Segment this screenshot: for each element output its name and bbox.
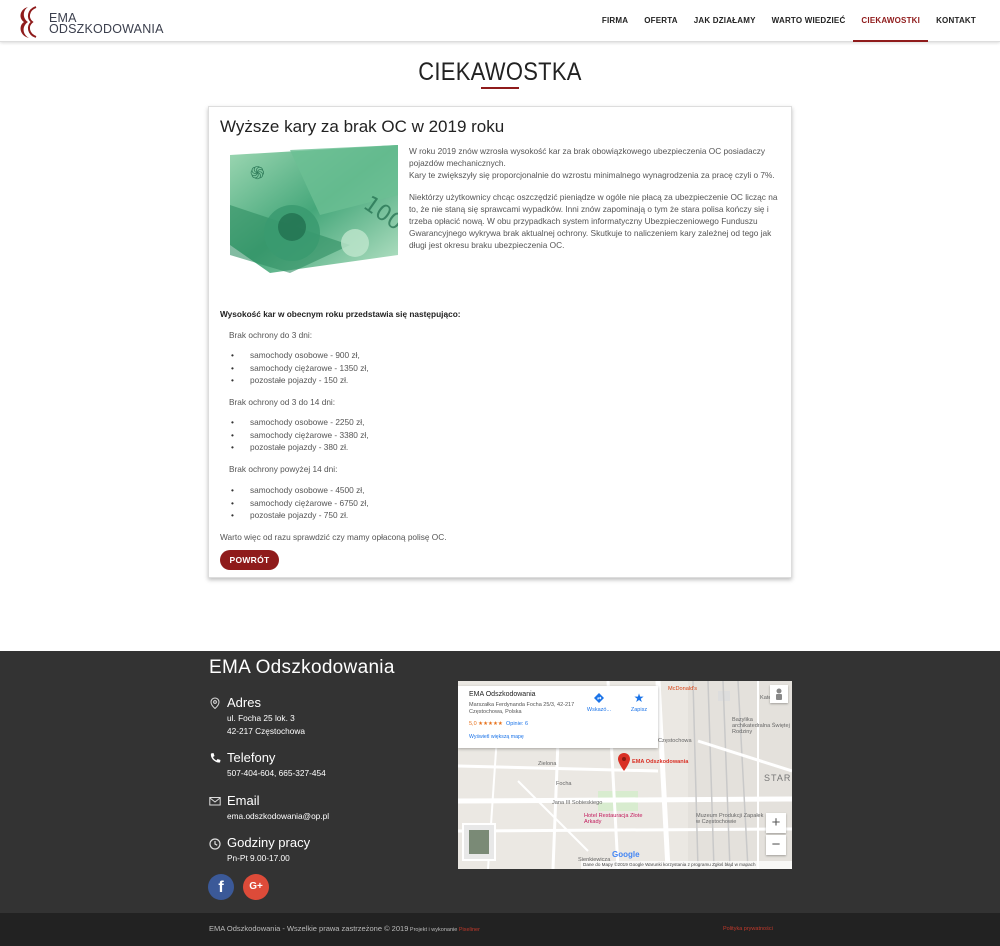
list-item: pozostałe pojazdy - 150 zł.: [231, 374, 369, 387]
title-underline: [481, 87, 519, 89]
address-heading: Adres: [227, 695, 261, 710]
pegman-icon[interactable]: [770, 685, 788, 703]
logo[interactable]: EMA ODSZKODOWANIA: [16, 4, 163, 40]
penalties-heading: Wysokość kar w obecnym roku przedstawia …: [220, 309, 461, 319]
email-heading: Email: [227, 793, 260, 808]
period-label-1: Brak ochrony do 3 dni:: [229, 330, 313, 340]
logo-mark-icon: [20, 6, 37, 38]
footer: EMA Odszkodowania Adres ul. Focha 25 lok…: [0, 651, 1000, 913]
directions-icon: [594, 693, 604, 703]
phones-heading: Telefony: [227, 750, 276, 765]
address-line-2: 42-217 Częstochowa: [227, 726, 305, 736]
banknotes-image: ֍ 100: [230, 145, 398, 273]
main-menu: FIRMA OFERTA JAK DZIAŁAMY WARTO WIEDZIEĆ…: [594, 0, 984, 42]
pegman-figure: [776, 688, 782, 700]
zoom-out-button[interactable]: −: [766, 835, 786, 855]
address-line-1: ul. Focha 25 lok. 3: [227, 713, 295, 723]
map-label-hotel: Hotel Restauracja Złote Arkady: [584, 813, 643, 825]
copyright: EMA Odszkodowania - Wszelkie prawa zastr…: [209, 924, 480, 933]
page-title: CIEKAWOSTKA: [418, 58, 582, 86]
save-button[interactable]: ★ Zapisz: [624, 692, 654, 713]
intro-p1b: Kary te zwiększyły się proporcjonalnie d…: [409, 170, 775, 181]
logo-line2: ODSZKODOWANIA: [49, 22, 164, 36]
credit-link[interactable]: Pixeliner: [459, 927, 480, 933]
map-marker-icon[interactable]: [618, 753, 630, 771]
privacy-link[interactable]: Polityka prywatności: [723, 926, 773, 932]
email-value[interactable]: ema.odszkodowania@op.pl: [227, 810, 329, 823]
intro-p1a: W roku 2019 znów wzrosła wysokość kar za…: [409, 146, 766, 169]
penalty-list-3: samochody osobowe - 4500 zł, samochody c…: [231, 484, 369, 522]
clock-icon: [209, 838, 221, 850]
facebook-icon[interactable]: f: [208, 874, 234, 900]
nav-item-oferta[interactable]: OFERTA: [636, 0, 686, 42]
map-label-focha: Focha: [556, 781, 572, 787]
list-item: samochody osobowe - 900 zł,: [231, 349, 369, 362]
directions-label: Wskazó...: [586, 707, 612, 713]
nav-item-warto-wiedziec[interactable]: WARTO WIEDZIEĆ: [764, 0, 854, 42]
place-reviews[interactable]: Opinie: 6: [506, 721, 528, 727]
nav-item-firma[interactable]: FIRMA: [594, 0, 636, 42]
penalty-list-2: samochody osobowe - 2250 zł, samochody c…: [231, 416, 369, 454]
map-label-bazylika: Bazylika archikatedralna Świętej Rodziny: [732, 717, 790, 735]
period-label-3: Brak ochrony powyżej 14 dni:: [229, 464, 338, 474]
back-button[interactable]: POWRÓT: [220, 550, 279, 570]
place-address: Marszałka Ferdynanda Focha 25/3, 42-217 …: [469, 702, 575, 715]
google-map[interactable]: Częstochowa Jana III Sobieskiego Hotel R…: [458, 681, 792, 869]
list-item: samochody ciężarowe - 6750 zł,: [231, 497, 369, 510]
save-label: Zapisz: [630, 707, 648, 713]
period-label-2: Brak ochrony od 3 do 14 dni:: [229, 397, 336, 407]
top-nav: EMA ODSZKODOWANIA FIRMA OFERTA JAK DZIAŁ…: [0, 0, 1000, 42]
list-item: samochody osobowe - 4500 zł,: [231, 484, 369, 497]
google-plus-icon[interactable]: G+: [243, 874, 269, 900]
place-rating: 5,0 ★★★★★: [469, 721, 503, 727]
map-pin-icon: [210, 697, 220, 709]
list-item: samochody osobowe - 2250 zł,: [231, 416, 369, 429]
place-card: EMA Odszkodowania Marszałka Ferdynanda F…: [458, 686, 658, 748]
map-label-zielona: Zielona: [538, 761, 557, 767]
nav-item-jak-dzialamy[interactable]: JAK DZIAŁAMY: [686, 0, 764, 42]
article-intro: W roku 2019 znów wzrosła wysokość kar za…: [409, 145, 785, 252]
directions-button[interactable]: Wskazó...: [584, 692, 614, 713]
phone-icon: [210, 753, 221, 763]
penalty-list-1: samochody osobowe - 900 zł, samochody ci…: [231, 349, 369, 387]
article-card: Wyższe kary za brak OC w 2019 roku ֍ 100…: [208, 106, 792, 578]
nav-item-ciekawostki[interactable]: CIEKAWOSTKI: [853, 0, 929, 42]
footer-brand: EMA Odszkodowania: [209, 657, 395, 678]
closing-text: Warto więc od razu sprawdzić czy mamy op…: [220, 532, 447, 542]
list-item: samochody ciężarowe - 3380 zł,: [231, 429, 369, 442]
map-label-mcdonalds: McDonald's: [668, 686, 698, 692]
list-item: samochody ciężarowe - 1350 zł,: [231, 362, 369, 375]
zoom-in-button[interactable]: +: [766, 813, 786, 833]
map-label-star: STAR: [764, 773, 792, 783]
envelope-icon: [209, 797, 221, 806]
intro-paragraph-1: W roku 2019 znów wzrosła wysokość kar za…: [409, 145, 785, 182]
intro-paragraph-2: Niektórzy użytkownicy chcąc oszczędzić p…: [409, 191, 778, 251]
hours-heading: Godziny pracy: [227, 835, 311, 850]
map-label-jana: Jana III Sobieskiego: [552, 800, 603, 806]
credit-prefix: Projekt i wykonanie: [408, 927, 459, 933]
list-item: pozostałe pojazdy - 380 zł.: [231, 441, 369, 454]
phones-value[interactable]: 507-404-604, 665-327-454: [227, 767, 326, 780]
map-label-czestochowa: Częstochowa: [658, 738, 692, 744]
article-title: Wyższe kary za brak OC w 2019 roku: [220, 117, 505, 136]
list-item: pozostałe pojazdy - 750 zł.: [231, 509, 369, 522]
star-icon: ★: [633, 691, 645, 705]
place-name: EMA Odszkodowania: [469, 691, 536, 698]
map-pin-label: EMA Odszkodowania: [632, 759, 689, 765]
larger-map-link[interactable]: Wyświetl większą mapę: [469, 734, 524, 740]
bottom-bar: EMA Odszkodowania - Wszelkie prawa zastr…: [0, 913, 1000, 946]
nav-item-kontakt[interactable]: KONTAKT: [928, 0, 984, 42]
google-logo: Google: [612, 850, 640, 859]
map-label-museum: Muzeum Produkcji Zapałek w Częstochowie: [696, 813, 764, 825]
copyright-text: EMA Odszkodowania - Wszelkie prawa zastr…: [209, 924, 409, 933]
svg-text:֍: ֍: [250, 163, 265, 184]
hours-value: Pn-Pt 9.00-17.00: [227, 853, 290, 863]
map-attribution: Dane do Mapy ©2019 Google Warunki korzys…: [581, 861, 792, 869]
